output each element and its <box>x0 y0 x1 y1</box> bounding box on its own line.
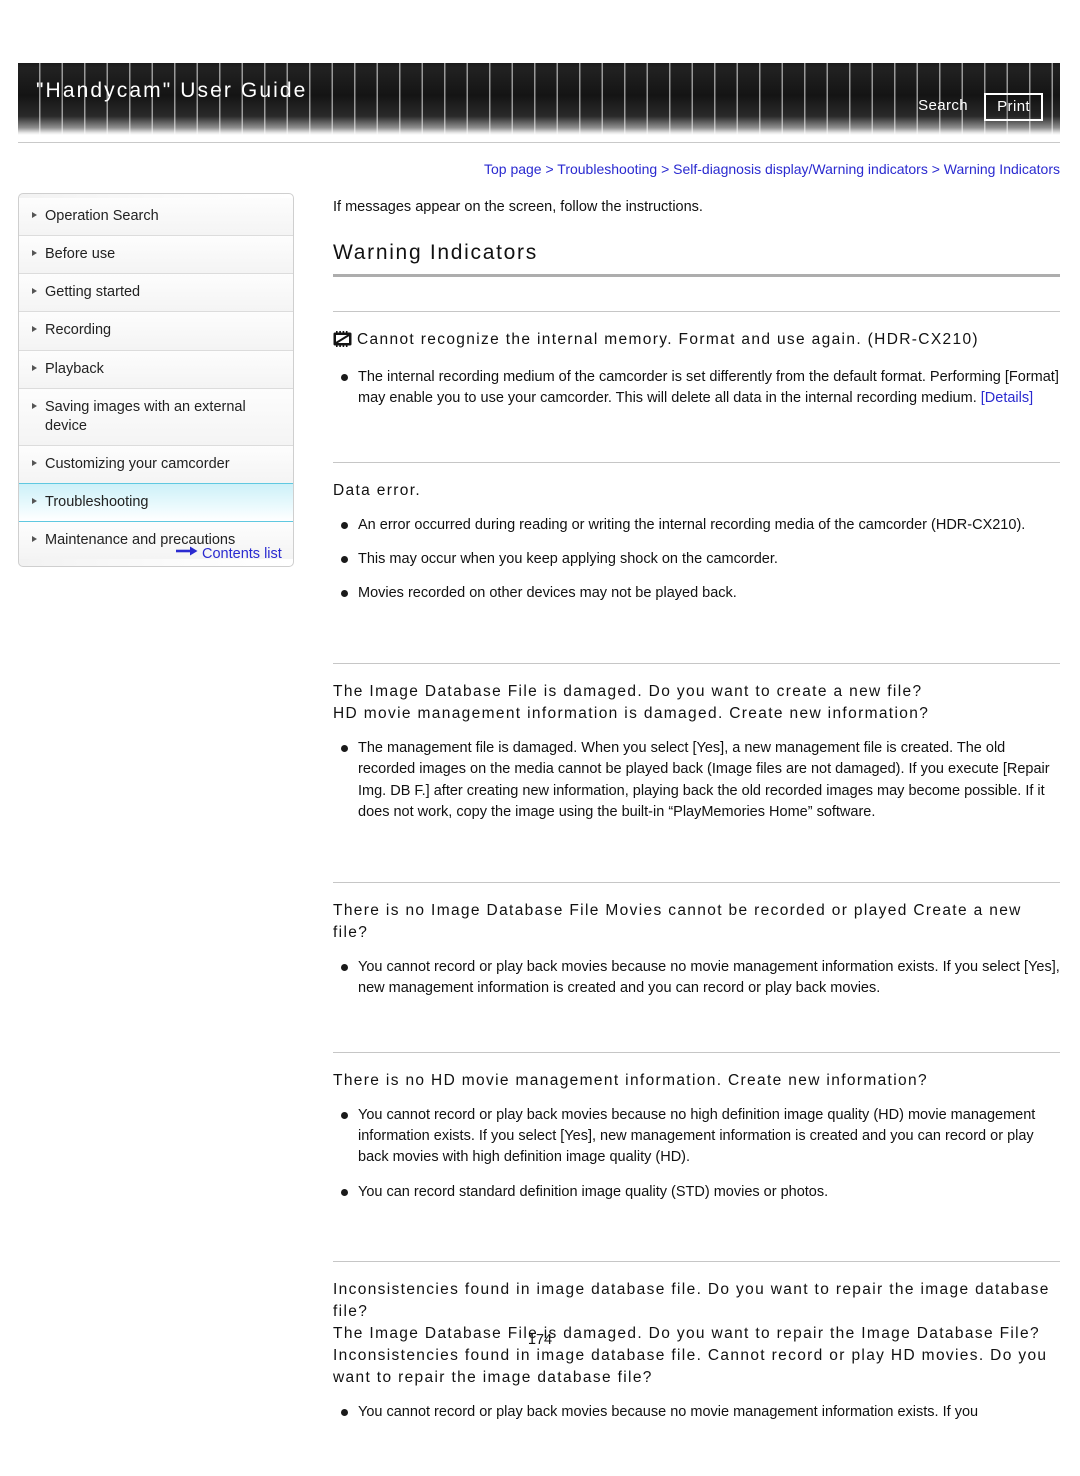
triangle-right-icon <box>32 536 37 543</box>
triangle-right-icon <box>32 459 37 466</box>
warning-message-title: Data error. <box>333 480 1060 502</box>
warning-bullet-list: You cannot record or play back movies be… <box>333 1105 1060 1204</box>
sidebar-item-label: Troubleshooting <box>45 494 149 510</box>
warning-message-title-text: There is no Image Database File Movies c… <box>333 901 1022 941</box>
warning-message-title: There is no Image Database File Movies c… <box>333 900 1060 944</box>
sidebar-item-label: Recording <box>45 322 112 339</box>
site-title: "Handycam" User Guide <box>36 79 308 102</box>
triangle-right-icon <box>32 498 37 504</box>
warning-section: Inconsistencies found in image database … <box>333 1261 1060 1475</box>
section-divider <box>333 881 1060 883</box>
sidebar-item-label: Playback <box>45 360 104 377</box>
warning-sections-list: Cannot recognize the internal memory. Fo… <box>333 310 1060 1476</box>
list-item: You cannot record or play back movies be… <box>333 1105 1060 1169</box>
list-item-text: You cannot record or play back movies be… <box>358 1404 979 1421</box>
warning-message-title-text: The Image Database File is damaged. Do y… <box>333 682 930 722</box>
list-item-text: This may occur when you keep applying sh… <box>358 550 778 567</box>
list-item: This may occur when you keep applying sh… <box>333 549 1060 570</box>
warning-section: Cannot recognize the internal memory. Fo… <box>333 310 1060 462</box>
sidebar-item-before-use[interactable]: Before use <box>19 236 293 275</box>
list-item-text: The internal recording medium of the cam… <box>358 368 1059 407</box>
section-divider <box>333 1051 1060 1053</box>
details-link[interactable]: [Details] <box>981 390 1033 406</box>
warning-message-title-text: There is no HD movie management informat… <box>333 1071 928 1089</box>
list-item-text: An error occurred during reading or writ… <box>358 516 1026 533</box>
breadcrumb[interactable]: Top page > Troubleshooting > Self-diagno… <box>333 160 1060 180</box>
warning-message-title: Cannot recognize the internal memory. Fo… <box>333 329 1060 354</box>
warning-bullet-list: You cannot record or play back movies be… <box>333 1402 1060 1423</box>
sidebar-item-label: Getting started <box>45 284 141 301</box>
section-divider <box>333 1261 1060 1263</box>
sidebar-item-label: Customizing your camcorder <box>45 455 230 472</box>
warning-message-title: The Image Database File is damaged. Do y… <box>333 681 1060 725</box>
warning-section: There is no Image Database File Movies c… <box>333 881 1060 1052</box>
triangle-right-icon <box>32 402 37 409</box>
contents-list-label: Contents list <box>202 546 282 562</box>
list-item-text: You cannot record or play back movies be… <box>358 958 1060 997</box>
list-item-text: The management file is damaged. When you… <box>358 739 1050 821</box>
triangle-right-icon <box>32 212 37 218</box>
header-divider <box>18 142 1060 143</box>
sidebar-item-saving-images-with-an-external-device[interactable]: Saving images with an external device <box>19 388 293 446</box>
triangle-right-icon <box>32 288 37 295</box>
list-item: You can record standard definition image… <box>333 1182 1060 1203</box>
sidebar-navigation: Operation Search Before use Getting starte… <box>18 193 294 568</box>
intro-text: If messages appear on the screen, follow… <box>333 198 703 215</box>
triangle-right-icon <box>32 250 37 257</box>
triangle-right-icon <box>32 364 37 371</box>
warning-message-title: There is no HD movie management informat… <box>333 1070 1060 1092</box>
warning-section: The Image Database File is damaged. Do y… <box>333 662 1060 882</box>
list-item: Movies recorded on other devices may not… <box>333 583 1060 604</box>
sidebar-item-label: Saving images with an external device <box>45 398 246 434</box>
sidebar-item-label: Operation Search <box>45 208 159 224</box>
search-button[interactable]: Search <box>918 97 968 114</box>
warning-bullet-list: An error occurred during reading or writ… <box>333 515 1060 605</box>
page-title: Warning Indicators <box>333 240 538 264</box>
warning-section: There is no HD movie management informat… <box>333 1051 1060 1262</box>
list-item: The internal recording medium of the cam… <box>333 367 1060 410</box>
memory-card-disabled-icon <box>333 330 352 354</box>
sidebar-item-operation-search[interactable]: Operation Search <box>19 198 293 237</box>
contents-list-link[interactable]: Contents list <box>176 544 282 562</box>
page-number: 174 <box>527 1332 553 1348</box>
section-divider <box>333 461 1060 463</box>
warning-bullet-list: The management file is damaged. When you… <box>333 738 1060 824</box>
site-header-banner: "Handycam" User Guide Search Print <box>18 63 1060 135</box>
arrow-right-icon <box>176 544 198 560</box>
warning-message-title-text: Data error. <box>333 481 422 499</box>
title-rule <box>333 273 1060 277</box>
sidebar-item-customizing-your-camcorder[interactable]: Customizing your camcorder <box>19 445 293 484</box>
list-item-text: You cannot record or play back movies be… <box>358 1106 1036 1166</box>
warning-bullet-list: You cannot record or play back movies be… <box>333 957 1060 1000</box>
warning-message-title-text: Cannot recognize the internal memory. Fo… <box>357 330 979 348</box>
list-item-text: You can record standard definition image… <box>358 1183 829 1200</box>
sidebar-item-getting-started[interactable]: Getting started <box>19 274 293 313</box>
main-content: Top page > Troubleshooting > Self-diagno… <box>333 160 1060 1476</box>
sidebar-item-label: Before use <box>45 246 116 263</box>
sidebar-item-troubleshooting[interactable]: Troubleshooting <box>19 483 293 523</box>
list-item: You cannot record or play back movies be… <box>333 1402 1060 1423</box>
list-item-text: Movies recorded on other devices may not… <box>358 585 737 602</box>
sidebar-item-recording[interactable]: Recording <box>19 312 293 351</box>
section-divider <box>333 662 1060 664</box>
warning-section: Data error. An error occurred during read… <box>333 461 1060 663</box>
warning-bullet-list: The internal recording medium of the cam… <box>333 367 1060 410</box>
section-divider <box>333 310 1060 312</box>
list-item: You cannot record or play back movies be… <box>333 957 1060 1000</box>
triangle-right-icon <box>32 326 37 333</box>
list-item: The management file is damaged. When you… <box>333 738 1060 824</box>
sidebar-item-playback[interactable]: Playback <box>19 350 293 389</box>
print-button[interactable]: Print <box>984 93 1043 121</box>
list-item: An error occurred during reading or writ… <box>333 515 1060 536</box>
